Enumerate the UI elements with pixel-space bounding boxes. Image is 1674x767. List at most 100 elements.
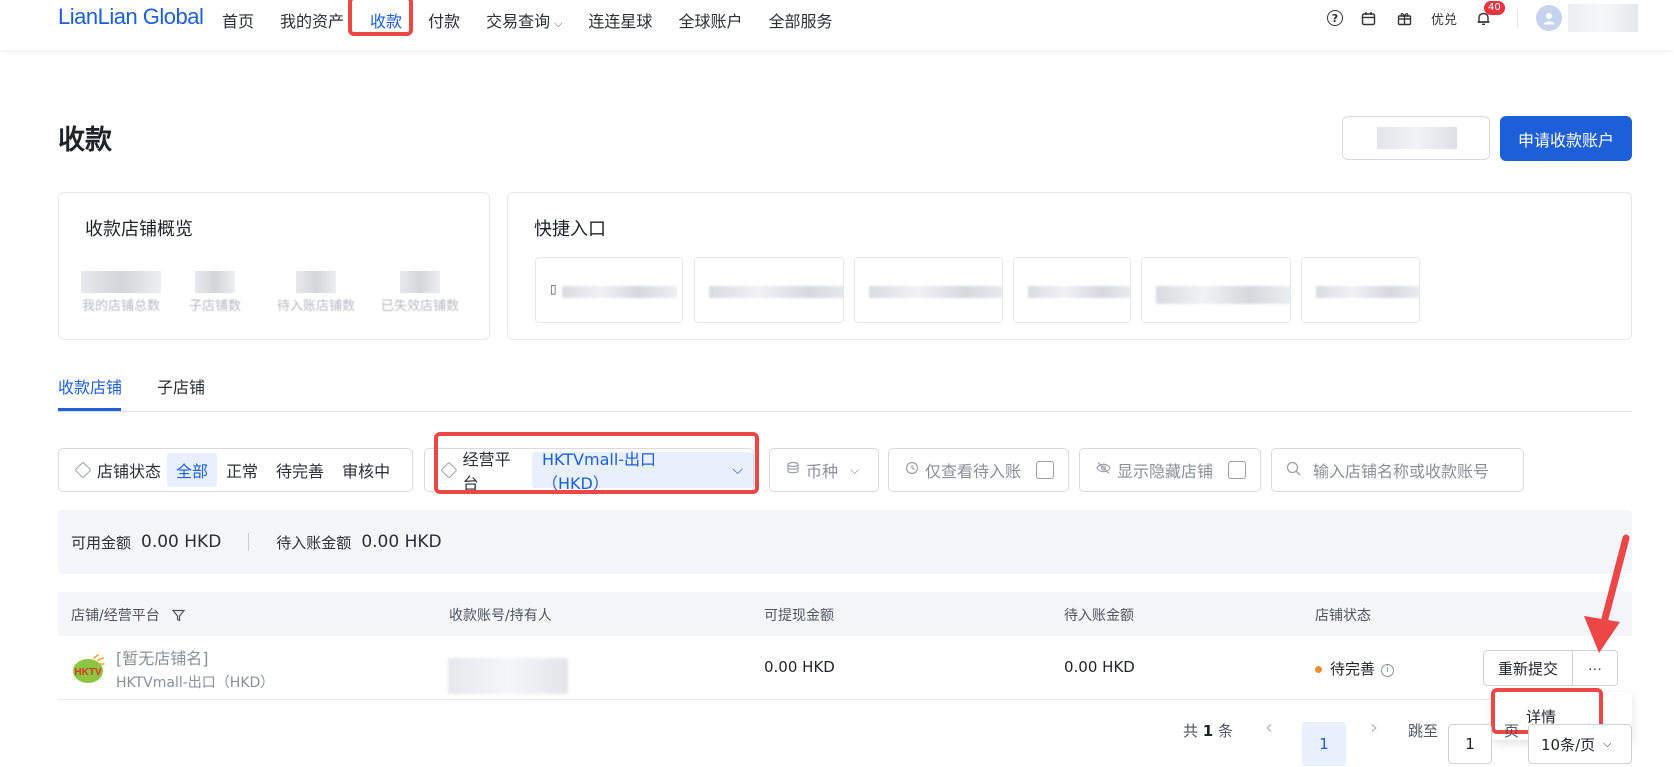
pending-only-label: 仅查看待入账 (925, 462, 1022, 481)
goto-page-input[interactable]: 1 (1448, 724, 1492, 764)
status-option-all[interactable]: 全部 (167, 453, 218, 487)
redacted-label (1028, 286, 1130, 298)
resubmit-button[interactable]: 重新提交 (1483, 650, 1573, 686)
clock-icon (905, 461, 919, 479)
col-withdrawable: 可提现金额 (764, 608, 834, 624)
col-shop-platform-label: 店铺/经营平台 (71, 608, 160, 624)
chevron-down-icon: ⌵ (554, 17, 563, 30)
stat-sub-shops: 子店铺数 (189, 271, 241, 314)
secondary-button-redacted[interactable] (1342, 116, 1490, 160)
search-input[interactable]: 输入店铺名称或收款账号 (1313, 458, 1489, 482)
pending-amount: 0.00 HKD (1064, 658, 1135, 676)
stat-label: 我的店铺总数 (81, 299, 160, 314)
status-filter-label: 店铺状态 (97, 462, 162, 481)
nav-home[interactable]: 首页 (222, 8, 254, 32)
platform-filter[interactable]: 经营平台 HKTVmall-出口（HKD） ⌵ (424, 448, 754, 493)
account-redacted (448, 658, 568, 694)
quick-entry-5[interactable] (1141, 257, 1291, 323)
pending-only-filter[interactable]: 仅查看待入账 (888, 448, 1069, 492)
table-row: HKTV [暂无店铺名] HKTVmall-出口（HKD） 0.00 HKD 0… (58, 636, 1632, 700)
currency-filter[interactable]: 币种 ⌵ (769, 448, 879, 492)
user-name-redacted[interactable] (1568, 4, 1638, 32)
page-size-select[interactable]: 10条/页 ⌵ (1528, 724, 1632, 764)
amount-summary: 可用金额 0.00 HKD 待入账金额 0.00 HKD (58, 510, 1632, 574)
nav-global-account[interactable]: 全球账户 (678, 8, 742, 32)
coins-icon (786, 461, 800, 479)
quick-entry-1[interactable]: ▯ (535, 257, 683, 323)
nav-transactions-label: 交易查询 (486, 12, 551, 31)
platform-select[interactable]: HKTVmall-出口（HKD） ⌵ (532, 450, 753, 493)
show-hidden-checkbox[interactable] (1228, 461, 1246, 479)
stat-value-redacted (296, 271, 336, 293)
platform-select-value: HKTVmall-出口（HKD） (542, 450, 657, 493)
available-value: 0.00 HKD (141, 532, 222, 552)
status-option-reviewing[interactable]: 审核中 (333, 453, 399, 487)
tab-receiving-shops[interactable]: 收款店铺 (58, 374, 122, 398)
shop-platform: HKTVmall-出口（HKD） (116, 675, 275, 691)
apply-account-button[interactable]: 申请收款账户 (1500, 116, 1632, 161)
shop-search[interactable]: 输入店铺名称或收款账号 (1271, 448, 1524, 492)
quick-entry-4[interactable] (1013, 257, 1131, 323)
avatar[interactable] (1536, 5, 1562, 31)
info-icon[interactable]: i (1381, 664, 1395, 677)
pending-label: 待入账金额 (276, 533, 352, 552)
nav-receive[interactable]: 收款 (370, 8, 402, 32)
status-filter: 店铺状态 全部 正常 待完善 审核中 (58, 448, 413, 492)
total-prefix: 共 (1183, 722, 1199, 740)
redacted-label (869, 286, 1002, 298)
stat-label: 待入账店铺数 (277, 299, 356, 314)
pending-only-checkbox[interactable] (1036, 461, 1054, 479)
quick-entry-card: 快捷入口 ▯ (507, 192, 1632, 340)
nav-transactions[interactable]: 交易查询 ⌵ (486, 8, 562, 32)
nav-assets[interactable]: 我的资产 (280, 8, 344, 32)
overview-card: 收款店铺概览 我的店铺总数 子店铺数 待入账店铺数 已失效店铺数 (58, 192, 490, 340)
quick-entry-3[interactable] (854, 257, 1003, 323)
shop-cell: [暂无店铺名] HKTVmall-出口（HKD） (116, 645, 274, 692)
bell-icon[interactable]: 40 (1473, 1, 1505, 28)
platform-filter-label: 经营平台 (462, 450, 511, 493)
stat-value-redacted (400, 271, 440, 293)
header-divider (1517, 8, 1518, 28)
goto-label: 跳至 (1408, 722, 1439, 740)
col-shop-platform: 店铺/经营平台 (71, 605, 186, 626)
nav-planet[interactable]: 连连星球 (588, 8, 652, 32)
hktv-logo-text: HKTV (74, 667, 102, 678)
stat-label: 子店铺数 (189, 299, 242, 314)
eye-off-icon (1096, 461, 1111, 479)
total-suffix: 条 (1218, 722, 1234, 740)
top-navigation-bar: LianLian Global 首页 我的资产 收款 付款 交易查询 ⌵ 连连星球… (0, 0, 1674, 50)
status-badge: 待完善 i (1315, 658, 1395, 679)
goto-suffix: 页 (1504, 722, 1520, 740)
brand-logo[interactable]: LianLian Global (58, 4, 204, 30)
overview-title: 收款店铺概览 (85, 219, 193, 240)
tag-icon (74, 461, 92, 479)
prev-page-button[interactable]: ‹ (1265, 715, 1273, 739)
summary-divider (248, 533, 250, 551)
chevron-down-icon: ⌵ (732, 462, 743, 478)
nav-payment[interactable]: 付款 (428, 8, 460, 32)
header-tools: ? 优兑 40 (1326, 1, 1674, 32)
calendar-icon[interactable] (1359, 8, 1379, 28)
active-tab-indicator (58, 408, 121, 411)
next-page-button[interactable]: › (1370, 715, 1378, 739)
shop-name[interactable]: [暂无店铺名] (116, 645, 274, 669)
help-icon[interactable]: ? (1326, 10, 1343, 26)
status-text: 待完善 (1330, 660, 1376, 678)
gift-icon[interactable] (1395, 8, 1415, 28)
red-arrow-annotation (1584, 534, 1630, 653)
col-status: 店铺状态 (1315, 608, 1371, 624)
withdrawable-amount: 0.00 HKD (764, 658, 835, 676)
quick-entry-2[interactable] (694, 257, 844, 323)
nav-all-services[interactable]: 全部服务 (768, 8, 832, 32)
show-hidden-label: 显示隐藏店铺 (1117, 462, 1214, 481)
quick-entry-6[interactable] (1301, 257, 1420, 323)
status-option-incomplete[interactable]: 待完善 (267, 453, 333, 487)
exchange-link[interactable]: 优兑 (1431, 8, 1457, 28)
stat-expired-shops: 已失效店铺数 (381, 271, 459, 314)
page-1[interactable]: 1 (1302, 722, 1346, 766)
show-hidden-filter[interactable]: 显示隐藏店铺 (1079, 448, 1261, 492)
filter-icon[interactable] (171, 609, 186, 626)
stat-label: 已失效店铺数 (381, 299, 460, 314)
tab-sub-shops[interactable]: 子店铺 (157, 374, 205, 398)
status-option-normal[interactable]: 正常 (217, 453, 267, 487)
